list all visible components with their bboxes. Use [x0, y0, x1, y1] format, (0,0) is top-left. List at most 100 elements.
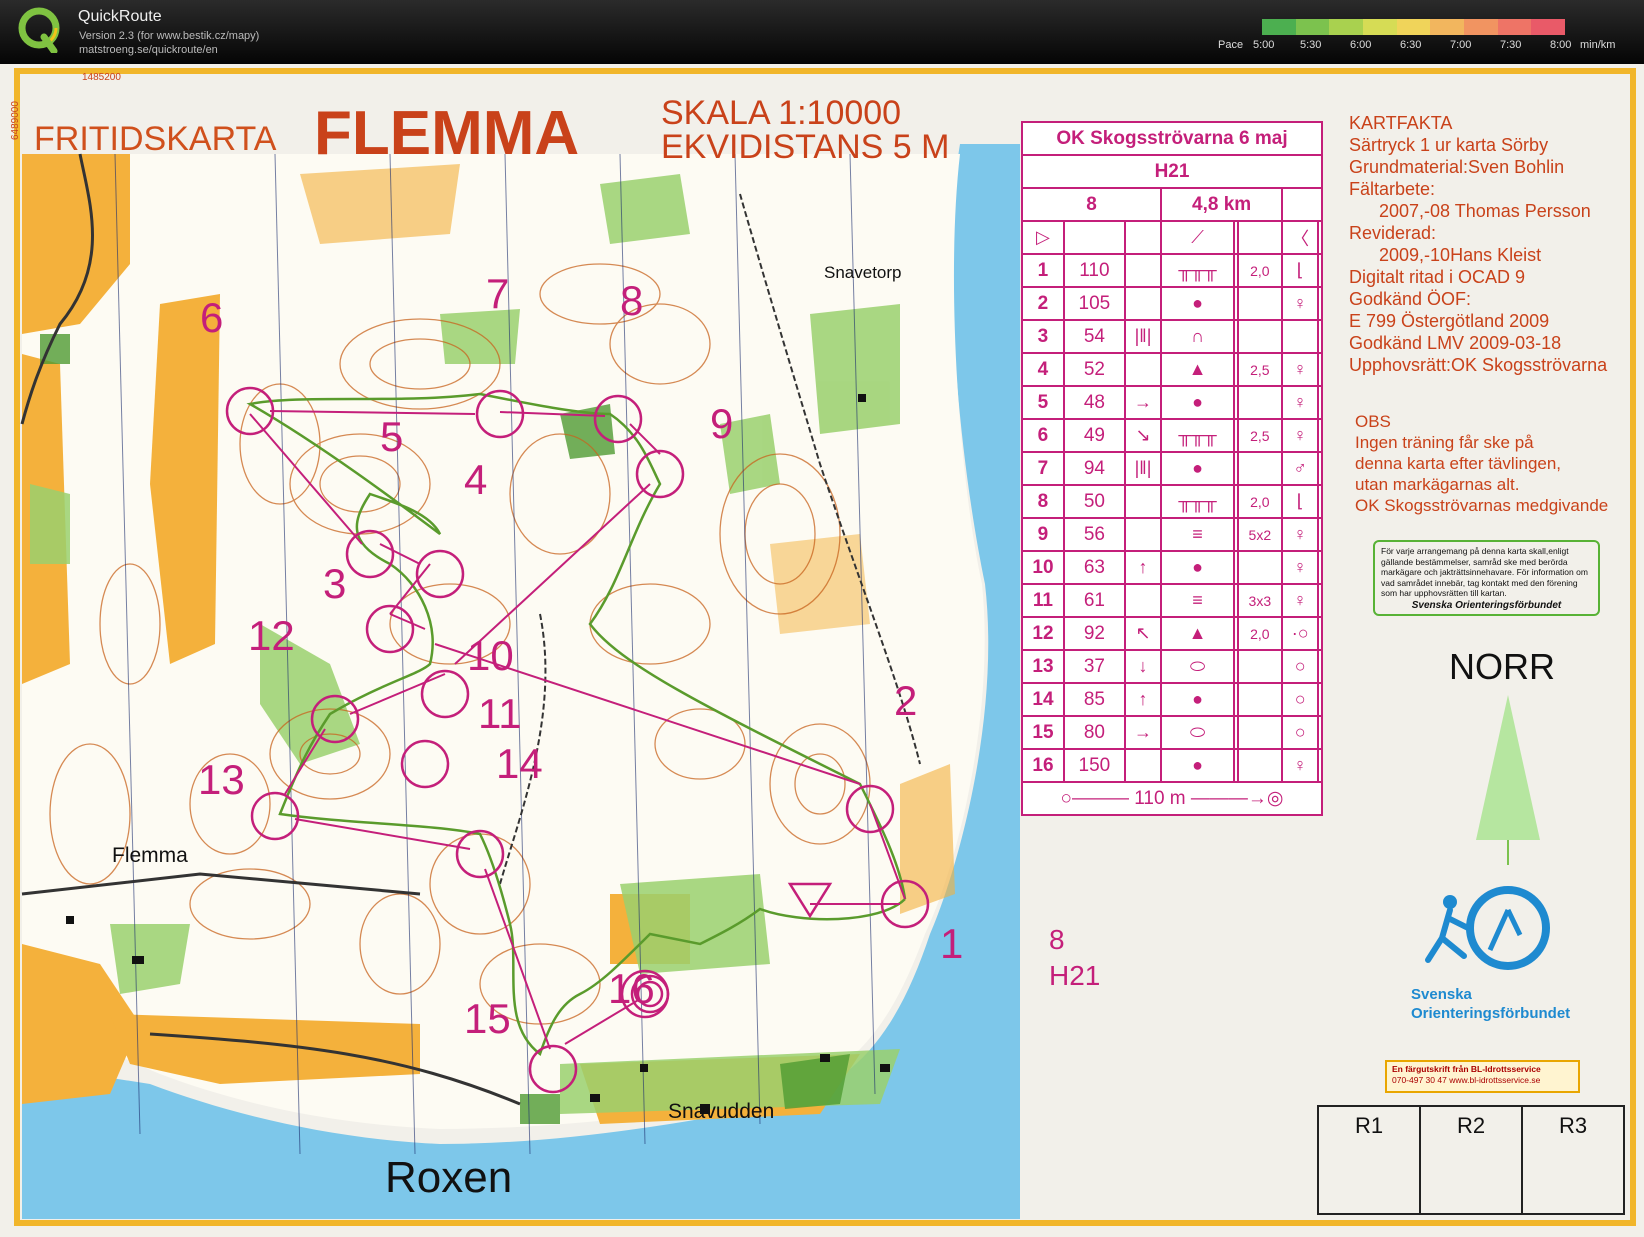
- desc-control-code: 50: [1062, 484, 1126, 519]
- control-number: 6: [200, 294, 224, 341]
- class-info: 8 H21: [1049, 922, 1100, 994]
- desc-control-code: 61: [1062, 583, 1126, 618]
- control-number: 2: [894, 677, 918, 724]
- desc-control-seq: 10: [1021, 550, 1065, 585]
- desc-location: ♀: [1281, 517, 1320, 552]
- desc-feature: ▲: [1160, 616, 1235, 651]
- desc-location: ⌊: [1281, 484, 1320, 519]
- desc-control-code: 48: [1062, 385, 1126, 420]
- desc-location: ○: [1281, 682, 1320, 717]
- map-facts-line: Godkänd ÖOF:: [1349, 289, 1472, 309]
- desc-control-seq: 13: [1021, 649, 1065, 684]
- desc-row: 15 80 → ⬭ ○: [1021, 715, 1323, 750]
- desc-extra: [1317, 352, 1323, 387]
- pace-color-swatch: [1497, 19, 1532, 35]
- app-header: QuickRoute Version 2.3 (for www.bestik.c…: [0, 0, 1644, 64]
- desc-row: 13 37 ↓ ⬭ ○: [1021, 649, 1323, 684]
- desc-control-code: 85: [1062, 682, 1126, 717]
- pace-tick: 5:00: [1253, 39, 1275, 51]
- coordinate-y: 6489000: [10, 101, 21, 140]
- desc-row: 10 63 ↑ ● ♀: [1021, 550, 1323, 585]
- desc-control-seq: 16: [1021, 748, 1065, 783]
- north-arrow-icon: [1476, 695, 1540, 865]
- desc-control-code: 105: [1062, 286, 1126, 321]
- desc-control-seq: 4: [1021, 352, 1065, 387]
- desc-extra: [1317, 715, 1323, 750]
- desc-extra: [1317, 616, 1323, 651]
- federation-line-1: Svenska: [1411, 986, 1472, 1003]
- desc-row: 2 105 ● ♀: [1021, 286, 1323, 321]
- control-number: 5: [380, 413, 404, 460]
- desc-control-code: 54: [1062, 319, 1126, 354]
- desc-feature: ●: [1160, 748, 1235, 783]
- desc-direction: ↓: [1123, 649, 1163, 684]
- desc-location: ⌊: [1281, 253, 1320, 288]
- desc-location: ♀: [1281, 385, 1320, 420]
- desc-direction: →: [1123, 385, 1163, 420]
- place-snavetorp: Snavetorp: [824, 263, 902, 282]
- desc-class: H21: [1021, 154, 1323, 189]
- course-number: 8: [1049, 924, 1065, 955]
- pace-label: Pace: [1218, 39, 1244, 51]
- desc-location: ○: [1281, 715, 1320, 750]
- pace-color-swatch: [1464, 19, 1498, 35]
- control-number: 3: [323, 560, 347, 607]
- map-notice-line: OK Skogsströvarnas medgivande: [1355, 496, 1609, 515]
- desc-feature: ●: [1160, 451, 1235, 486]
- desc-direction: [1123, 484, 1163, 519]
- pace-color-swatch: [1396, 19, 1431, 35]
- control-number: 12: [248, 612, 295, 659]
- printer-line-1: En färgutskrift från BL-Idrottsservice: [1392, 1064, 1541, 1074]
- federation-line-2: Orienteringsförbundet: [1411, 1005, 1571, 1022]
- desc-extra: [1317, 517, 1323, 552]
- pace-tick: 7:00: [1450, 39, 1472, 51]
- start-triangle-icon: ▷: [1021, 220, 1065, 255]
- control-number: 4: [464, 456, 488, 503]
- quickroute-logo-icon: [18, 7, 60, 53]
- desc-feature: ●: [1160, 682, 1235, 717]
- desc-extra: [1317, 451, 1323, 486]
- control-number: 15: [464, 995, 511, 1042]
- desc-direction: [1123, 517, 1163, 552]
- landowner-notice-sign: Svenska Orienteringsförbundet: [1411, 599, 1562, 611]
- diagonal-line-icon: ⟋: [1160, 220, 1235, 255]
- desc-control-seq: 9: [1021, 517, 1065, 552]
- map-facts-line: Särtryck 1 ur karta Sörby: [1349, 135, 1549, 155]
- desc-dimension: 3x3: [1236, 583, 1284, 618]
- map-facts-line: Upphovsrätt:OK Skogsströvarna: [1349, 355, 1608, 375]
- desc-direction: ↑: [1123, 550, 1163, 585]
- desc-extra: [1317, 550, 1323, 585]
- federation-name: Svenska Orienteringsförbundet: [1411, 985, 1570, 1023]
- map-facts-line: Grundmaterial:Sven Bohlin: [1349, 157, 1565, 177]
- desc-feature: ≡: [1160, 583, 1235, 618]
- desc-feature: ⬭: [1160, 649, 1235, 684]
- map-facts-line: E 799 Östergötland 2009: [1349, 311, 1550, 331]
- control-description-sheet: OK Skogsströvarna 6 maj H21 8 4,8 km ▷ ⟋…: [1020, 121, 1323, 816]
- map-facts-line: 2007,-08 Thomas Persson: [1349, 201, 1591, 221]
- desc-feature: ∩: [1160, 319, 1235, 354]
- lake-name: Roxen: [385, 1153, 513, 1202]
- desc-location: ♀: [1281, 748, 1320, 783]
- map-notice-line: OBS: [1355, 412, 1391, 431]
- map-facts-line: Reviderad:: [1349, 223, 1437, 243]
- desc-dimension: 2,0: [1236, 616, 1284, 651]
- desc-direction: [1123, 748, 1163, 783]
- app-url: matstroeng.se/quickroute/en: [79, 44, 218, 56]
- pace-tick: 7:30: [1500, 39, 1522, 51]
- printer-label: En färgutskrift från BL-Idrottsservice 0…: [1385, 1060, 1580, 1093]
- desc-dimension: [1236, 715, 1284, 750]
- pace-color-swatch: [1262, 19, 1296, 35]
- desc-control-seq: 11: [1021, 583, 1065, 618]
- place-snavudden: Snavudden: [668, 1100, 775, 1123]
- desc-row: 9 56 ≡ 5x2 ♀: [1021, 517, 1323, 552]
- coordinate-x: 1485200: [82, 72, 121, 83]
- desc-control-code: 80: [1062, 715, 1126, 750]
- map-notice-line: Ingen träning får ske på: [1355, 433, 1534, 452]
- desc-feature: ●: [1160, 385, 1235, 420]
- desc-control-seq: 15: [1021, 715, 1065, 750]
- pace-color-swatch: [1295, 19, 1330, 35]
- pace-color-swatch: [1430, 19, 1465, 35]
- desc-row: 16 150 ● ♀: [1021, 748, 1323, 783]
- desc-dimension: [1236, 451, 1284, 486]
- app-subtitle: Version 2.3 (for www.bestik.cz/mapy) mat…: [79, 29, 259, 57]
